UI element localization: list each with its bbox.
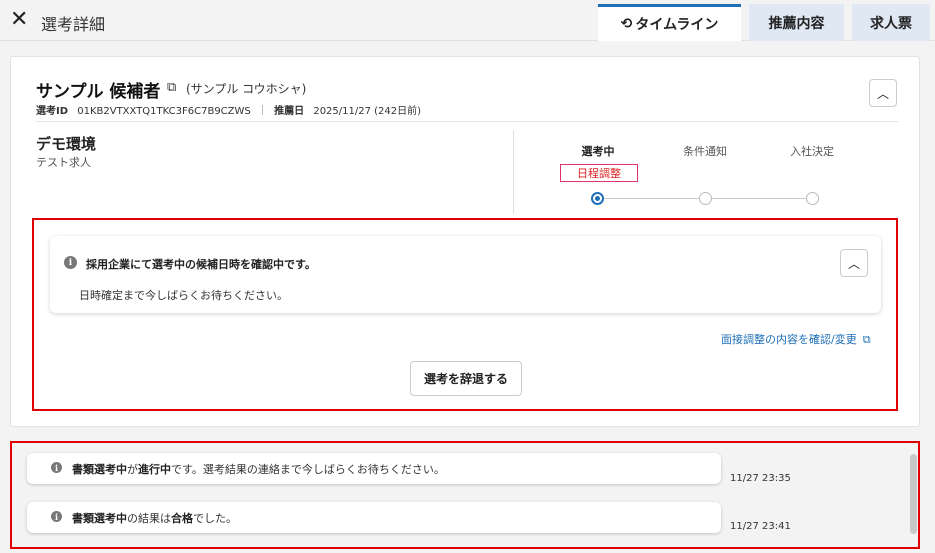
tab-job-posting[interactable]: 求人票 (852, 4, 930, 41)
candidate-kana: (サンプル コウホシャ) (186, 82, 307, 96)
status-badge: 日程調整 (560, 164, 638, 182)
tab-label: 推薦内容 (768, 15, 825, 32)
collapse-button[interactable]: ︿ (869, 79, 897, 107)
page-title: 選考詳細 (41, 15, 106, 34)
step-label-hired: 入社決定 (790, 145, 834, 158)
close-icon[interactable]: ✕ (10, 8, 28, 32)
recommend-date: 2025/11/27 (242日前) (313, 106, 422, 117)
highlight-box (10, 441, 920, 549)
selection-id: 01KB2VTXXTQ1TKC3F6C7B9CZWS (77, 106, 251, 117)
tab-recommendation[interactable]: 推薦内容 (749, 4, 844, 41)
chevron-up-icon: ︿ (876, 86, 889, 101)
step-label-offer: 条件通知 (683, 145, 727, 158)
candidate-name[interactable]: サンプル 候補者 (36, 77, 160, 102)
tab-label: タイムライン (635, 17, 719, 33)
selection-id-label: 選考ID (36, 106, 69, 117)
step-dot (806, 192, 819, 205)
job-title: テスト求人 (36, 156, 91, 169)
company-name: デモ環境 (36, 135, 97, 153)
candidate-meta: 選考ID 01KB2VTXXTQ1TKC3F6C7B9CZWS 推薦日 2025… (36, 102, 421, 117)
meta-divider (261, 105, 263, 115)
external-link-icon[interactable]: ⧉ (167, 80, 176, 95)
step-label-selecting: 選考中 (581, 145, 615, 158)
step-dot-current (591, 192, 604, 205)
highlight-box (32, 218, 898, 411)
history-icon: ⟲ (620, 16, 633, 32)
tab-timeline[interactable]: ⟲ タイムライン (598, 4, 741, 41)
divider (513, 130, 514, 214)
header: ✕ 選考詳細 ⟲ タイムライン 推薦内容 求人票 (0, 0, 935, 41)
divider (36, 121, 898, 122)
recommend-date-label: 推薦日 (274, 106, 305, 117)
tab-label: 求人票 (870, 15, 912, 32)
step-dot (699, 192, 712, 205)
